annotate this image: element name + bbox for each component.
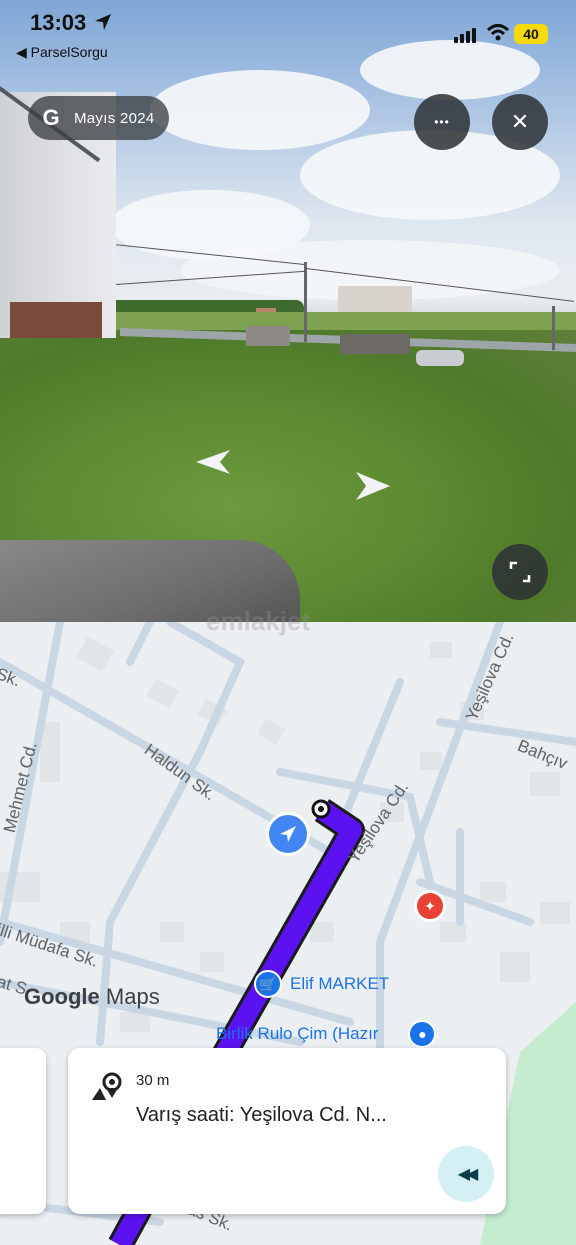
imagery-date-chip[interactable]: G Mayıs 2024 [28,96,169,140]
fullscreen-button[interactable] [492,544,548,600]
location-arrow-icon [95,14,112,30]
street-view-panel[interactable]: G Mayıs 2024 ••• ✕ [0,0,576,622]
my-location-button[interactable] [266,812,310,856]
step-distance: 30 m [136,1072,170,1089]
shop-icon: ✦ [424,897,436,914]
navigation-step-card[interactable]: 30 m Varış saati: Yeşilova Cd. N... ◀◀ [68,1048,506,1214]
more-icon: ••• [434,115,450,129]
previous-step-card[interactable] [0,1048,46,1214]
poi-elif-market[interactable]: 🛒 Elif MARKET [254,970,389,998]
shed [246,326,290,346]
arrow-left-icon[interactable] [194,448,234,476]
pin-icon: ● [408,1020,437,1048]
navigation-arrow-icon [280,826,296,842]
utility-pole [552,306,555,350]
poi-birlik-rulo-cim[interactable]: Birlik Rulo Çim (Hazır ● [216,1020,437,1048]
close-icon: ✕ [510,109,530,134]
status-bar: 13:03 ◀ ParselSorgu 40 [0,0,576,70]
cloud [150,70,370,150]
place-marker[interactable]: ✦ [414,890,446,922]
watermark: emlakjet [206,606,311,636]
back-to-app-link[interactable]: ◀ ParselSorgu [16,44,108,61]
cellular-signal-icon [454,28,476,43]
poi-label: Birlik Rulo Çim (Hazır [216,1024,379,1043]
rewind-icon: ◀◀ [457,1166,479,1183]
close-button[interactable]: ✕ [492,94,548,150]
battery-indicator: 40 [514,24,548,44]
google-maps-logo: Google Maps [24,984,160,1009]
poi-label: Elif MARKET [290,974,390,993]
car [416,350,464,366]
utility-pole [304,262,307,342]
imagery-date-label: Mayıs 2024 [74,109,155,127]
google-g-icon: G [42,105,60,130]
shed [340,334,410,354]
shopping-cart-icon: 🛒 [254,970,282,998]
arrow-right-icon[interactable] [354,470,392,502]
route-pin-icon [92,1072,122,1100]
clock: 13:03 [30,10,112,36]
arrival-info: Varış saati: Yeşilova Cd. N... [136,1104,387,1126]
wifi-icon [486,24,510,41]
more-options-button[interactable]: ••• [414,94,470,150]
debris [10,302,102,338]
expand-icon [509,561,531,583]
rewind-button[interactable]: ◀◀ [438,1146,494,1202]
